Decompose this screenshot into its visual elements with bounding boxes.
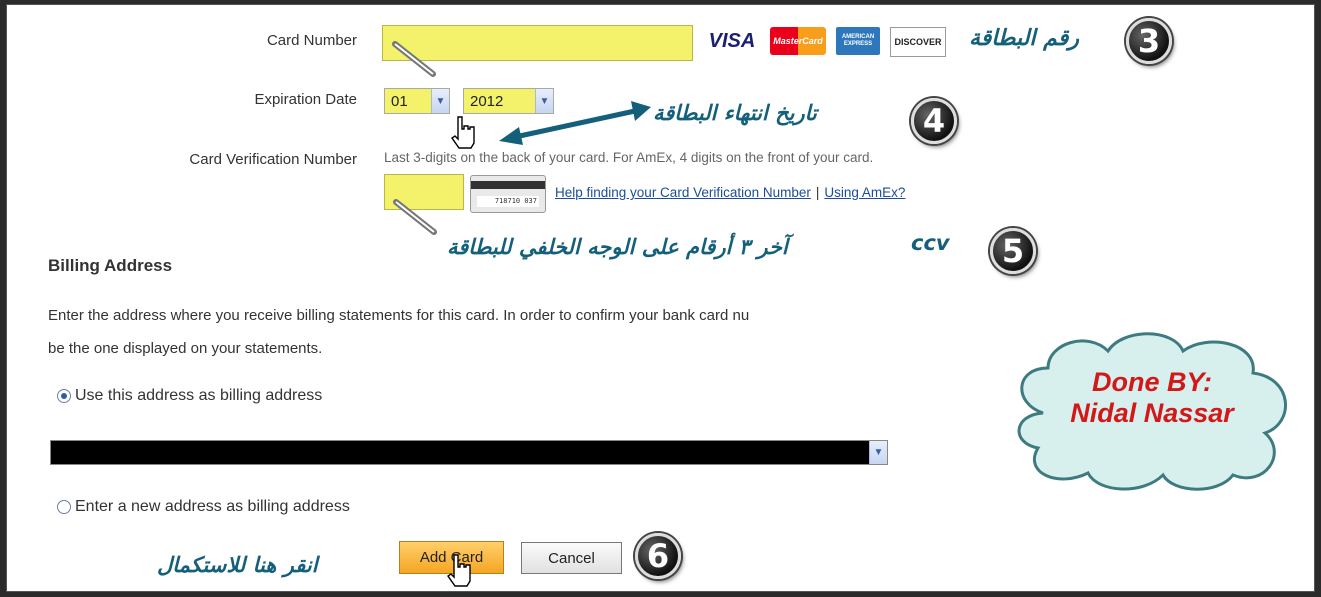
step-4-badge: 4 [911, 98, 957, 144]
credit-line-2: Nidal Nassar [1070, 398, 1234, 428]
expiration-month-select[interactable]: 01 ▼ [384, 88, 450, 114]
cvv-help-links: Help finding your Card Verification Numb… [555, 185, 905, 200]
amex-help-link[interactable]: Using AmEx? [824, 185, 905, 200]
radio-unselected-icon[interactable] [57, 500, 71, 514]
mastercard-logo-icon: MasterCard [770, 27, 826, 55]
step-5-badge: 5 [990, 228, 1036, 274]
expiration-month-value: 01 [391, 92, 408, 110]
step-6-badge: 6 [635, 533, 681, 579]
hand-cursor-icon [451, 116, 475, 149]
annotation-click-here-text: انقر هنا للاستكمال [157, 552, 318, 577]
use-existing-address-label: Use this address as billing address [75, 387, 323, 404]
annotation-ccv-text: آخر ٣ أرقام على الوجه الخلفي للبطاقة [447, 234, 788, 259]
pencil-icon [392, 41, 436, 77]
amex-logo-icon: AMERICAN EXPRESS [836, 27, 880, 55]
billing-description-line2: be the one displayed on your statements. [48, 340, 323, 357]
annotation-card-number-text: رقم البطاقة [969, 25, 1079, 51]
card-number-label: Card Number [266, 32, 357, 49]
credit-text: Done BY: Nidal Nassar [1037, 367, 1267, 429]
cancel-button[interactable]: Cancel [521, 542, 622, 574]
chevron-down-icon: ▼ [869, 441, 887, 464]
cvv-help-link[interactable]: Help finding your Card Verification Numb… [555, 185, 811, 200]
visa-logo-icon: VISA [708, 29, 756, 52]
enter-new-address-option[interactable]: Enter a new address as billing address [57, 498, 350, 516]
card-back-icon: 718710 037 [470, 175, 546, 213]
pencil-icon [393, 199, 437, 235]
cvv-label: Card Verification Number [189, 151, 357, 168]
expiration-date-label: Expiration Date [254, 91, 357, 108]
step-3-badge: 3 [1126, 18, 1172, 64]
payment-form-screenshot: Card Number VISA MasterCard AMERICAN EXP… [6, 4, 1315, 592]
billing-address-select[interactable]: ▼ [50, 440, 888, 465]
billing-description-line1: Enter the address where you receive bill… [48, 307, 750, 324]
discover-logo-icon: DISCOVER [890, 27, 946, 57]
annotation-expiration-text: تاريخ انتهاء البطاقة [653, 100, 817, 125]
enter-new-address-label: Enter a new address as billing address [75, 498, 350, 515]
card-logos: VISA MasterCard AMERICAN EXPRESS DISCOVE… [704, 27, 946, 57]
radio-selected-icon[interactable] [57, 389, 71, 403]
credit-line-1: Done BY: [1091, 367, 1212, 397]
billing-address-heading: Billing Address [48, 256, 173, 275]
annotation-ccv-tag: ccv [911, 231, 950, 255]
chevron-down-icon: ▼ [431, 89, 449, 113]
hand-cursor-icon [447, 554, 471, 587]
double-arrow-icon [499, 101, 651, 145]
link-separator: | [815, 185, 820, 200]
card-back-digits: 718710 037 [477, 196, 539, 207]
use-existing-address-option[interactable]: Use this address as billing address [57, 387, 322, 405]
